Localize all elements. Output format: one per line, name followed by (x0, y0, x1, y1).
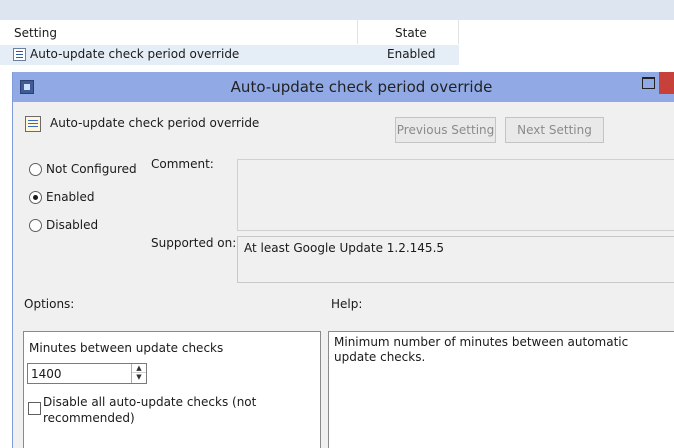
disable-checks-label: Disable all auto-update checks (not reco… (43, 395, 257, 425)
row-setting-name: Auto-update check period override (30, 47, 240, 61)
help-panel: Minimum number of minutes between automa… (328, 331, 674, 448)
dialog-title: Auto-update check period override (230, 78, 493, 96)
stepper-buttons: ▲ ▼ (131, 364, 146, 383)
disable-checks-checkbox[interactable] (28, 402, 41, 415)
next-setting-button[interactable]: Next Setting (505, 117, 604, 143)
radio-not-configured-label: Not Configured (46, 162, 137, 176)
close-icon[interactable] (659, 72, 674, 94)
policy-setting-icon (25, 116, 41, 132)
policy-name: Auto-update check period override (50, 116, 260, 130)
help-text: Minimum number of minutes between automa… (334, 335, 629, 364)
minutes-input[interactable]: 1400 (31, 367, 62, 381)
supported-on-label: Supported on: (151, 236, 237, 250)
minutes-stepper[interactable]: 1400 ▲ ▼ (27, 363, 147, 384)
radio-enabled-label: Enabled (46, 190, 95, 204)
column-header-setting[interactable]: Setting (14, 26, 57, 40)
dialog-titlebar[interactable]: Auto-update check period override (13, 72, 674, 102)
supported-on-field: At least Google Update 1.2.145.5 (237, 236, 674, 283)
stepper-down-icon[interactable]: ▼ (132, 373, 146, 382)
radio-disabled-label: Disabled (46, 218, 99, 232)
stepper-up-icon[interactable]: ▲ (132, 364, 146, 373)
help-label: Help: (331, 297, 363, 311)
supported-on-value: At least Google Update 1.2.145.5 (244, 241, 445, 255)
column-divider (458, 20, 459, 44)
comment-field[interactable] (237, 159, 674, 231)
radio-enabled-circle[interactable] (29, 191, 42, 204)
column-header-state[interactable]: State (395, 26, 427, 40)
table-row[interactable]: Auto-update check period override Enable… (0, 45, 459, 65)
radio-not-configured-circle[interactable] (29, 163, 42, 176)
maximize-icon[interactable] (637, 72, 659, 94)
comment-label: Comment: (151, 157, 214, 171)
window-top-strip (0, 0, 674, 20)
column-divider (357, 20, 358, 44)
previous-setting-button[interactable]: Previous Setting (395, 117, 496, 143)
radio-disabled-circle[interactable] (29, 219, 42, 232)
row-setting-state: Enabled (387, 47, 436, 61)
minutes-label: Minutes between update checks (29, 341, 224, 355)
options-panel: Minutes between update checks 1400 ▲ ▼ D… (23, 331, 321, 448)
settings-list: Setting State Auto-update check period o… (0, 20, 674, 72)
policy-dialog: Auto-update check period override Auto-u… (12, 72, 674, 448)
policy-list-icon (13, 48, 26, 61)
options-label: Options: (24, 297, 75, 311)
